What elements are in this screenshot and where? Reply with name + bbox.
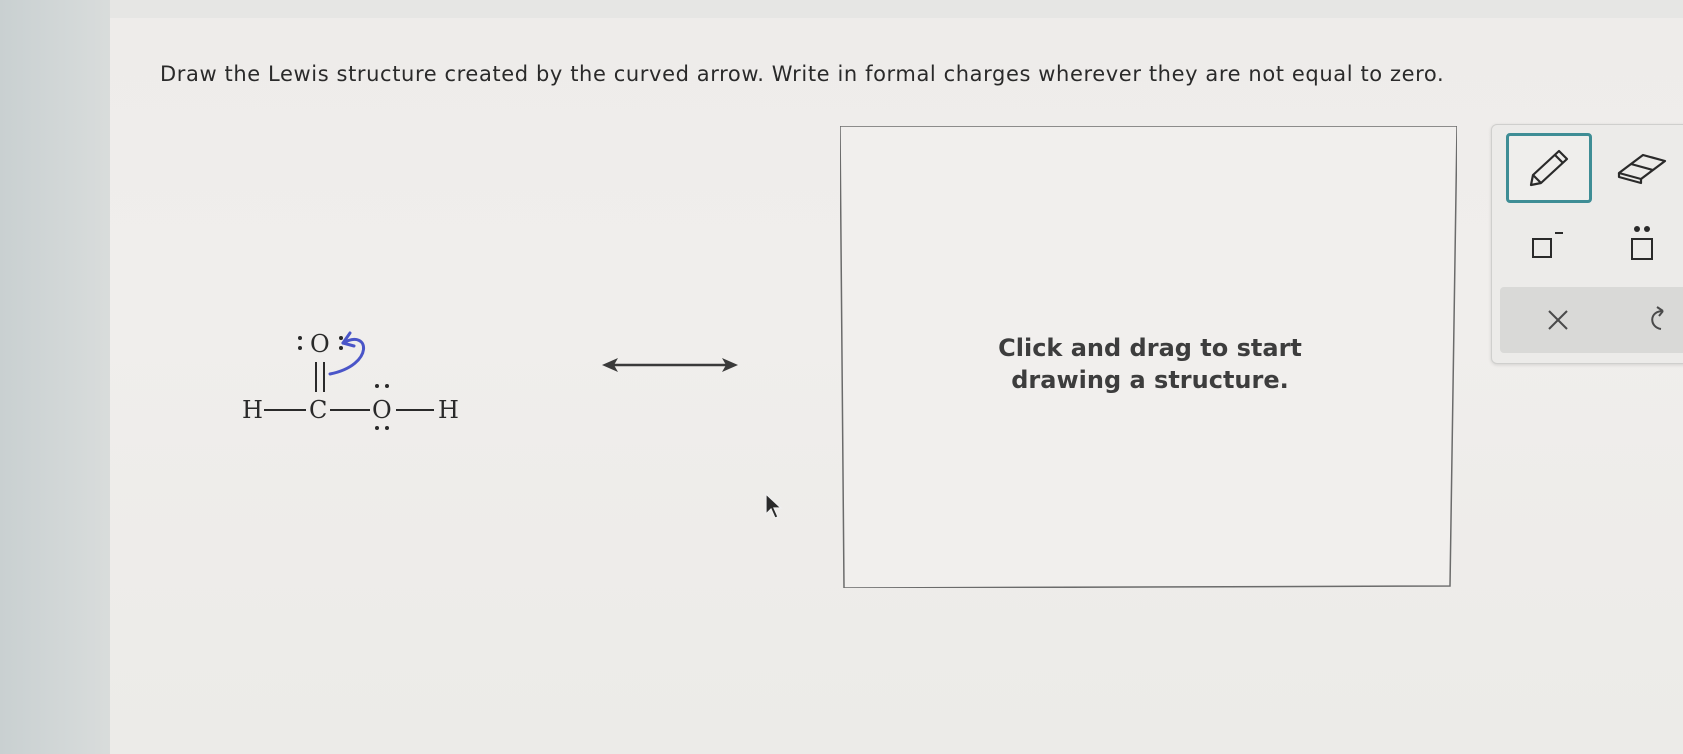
top-strip — [110, 0, 1683, 18]
atom-carbonyl-oxygen: O — [310, 330, 330, 358]
lone-pair-dot — [385, 426, 389, 430]
charge-icon — [1532, 232, 1563, 258]
eraser-icon — [1617, 153, 1667, 185]
lone-pair-dot — [385, 384, 389, 388]
curved-arrow — [328, 331, 366, 376]
lone-pair-dot — [298, 346, 302, 350]
lone-pair-dot — [375, 384, 379, 388]
close-icon — [1548, 310, 1568, 330]
clear-button[interactable] — [1518, 287, 1598, 353]
eraser-tool-button[interactable] — [1602, 137, 1682, 197]
lone-pair-dot — [375, 426, 379, 430]
question-prompt: Draw the Lewis structure created by the … — [160, 62, 1445, 86]
atom-hydroxyl-oxygen: O — [372, 396, 392, 424]
screen-bezel — [0, 0, 118, 754]
atom-carbon: C — [309, 396, 327, 424]
canvas-hint-line1: Click and drag to start — [998, 334, 1302, 362]
action-row — [1500, 287, 1683, 353]
drawing-toolbar — [1491, 124, 1683, 364]
lewis-structure: O H C O H — [242, 330, 459, 430]
lone-pair-icon — [1631, 226, 1653, 260]
pencil-icon — [1529, 149, 1569, 187]
lone-pair-dot — [298, 336, 302, 340]
lone-pair-tool-button[interactable] — [1602, 215, 1682, 275]
atom-hydrogen-right: H — [438, 396, 459, 424]
canvas-hint-line2: drawing a structure. — [1011, 366, 1289, 394]
undo-icon — [1651, 306, 1664, 330]
undo-button[interactable] — [1628, 287, 1683, 353]
pencil-tool-button[interactable] — [1506, 133, 1592, 203]
lone-pair-dot — [339, 346, 343, 350]
canvas-hint: Click and drag to start drawing a struct… — [960, 332, 1340, 396]
lone-pair-dot — [339, 336, 343, 340]
charge-tool-button[interactable] — [1512, 215, 1582, 275]
atom-hydrogen-left: H — [242, 396, 263, 424]
resonance-arrow — [602, 358, 738, 372]
mouse-cursor-icon — [765, 492, 783, 519]
